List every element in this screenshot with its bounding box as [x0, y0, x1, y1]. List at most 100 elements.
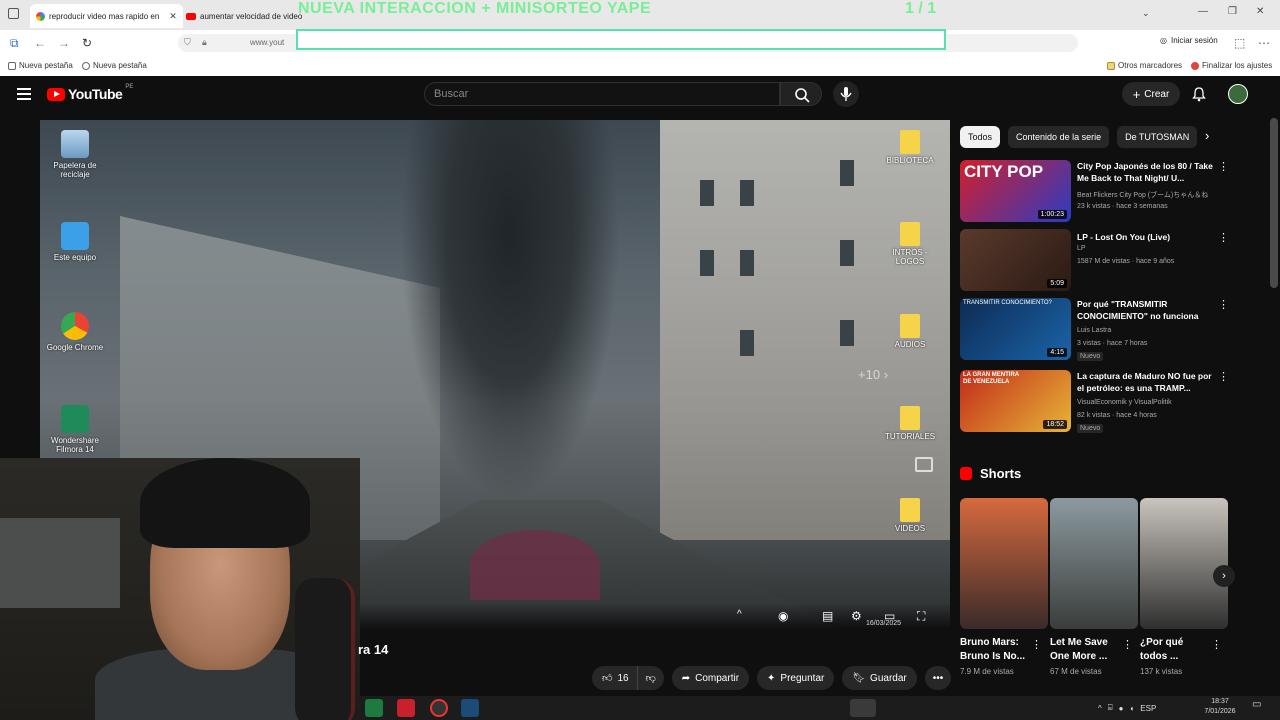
channel-name[interactable]: VisualEconomik y VisualPolitik — [1077, 399, 1172, 406]
signin-button[interactable]: ◎ Iniciar sesión — [1160, 36, 1218, 45]
youtube-logo[interactable]: YouTube PE — [47, 84, 133, 102]
recommendation-item[interactable]: TRANSMITIR CONOCIMIENTO? 4:15 Por qué "T… — [960, 298, 1229, 362]
recorder-app-icon[interactable] — [397, 699, 415, 717]
shield-icon[interactable]: ⛉ — [184, 37, 191, 48]
more-vertical-icon[interactable]: ⋮ — [1218, 298, 1229, 311]
thumbs-down-icon: 👎︎ — [645, 673, 656, 684]
folder-biblioteca[interactable]: BIBLIOTECA — [880, 130, 940, 165]
more-vertical-icon[interactable]: ⋮ — [1211, 638, 1222, 651]
chevron-up-icon[interactable]: ^ — [1098, 704, 1102, 713]
tab-google-search[interactable]: reproducir video mas rapido en ✕ — [30, 4, 183, 28]
bookmarks-bar: Nueva pestaña Nueva pestaña Otros marcad… — [0, 56, 1280, 76]
notifications-icon[interactable]: ▭ — [1252, 699, 1261, 710]
desktop-recycle-bin[interactable]: Papelera de reciclaje — [40, 130, 110, 179]
tab-actions-icon[interactable] — [8, 8, 19, 19]
short-thumbnail[interactable] — [1140, 498, 1228, 629]
excel-icon[interactable] — [365, 699, 383, 717]
more-vertical-icon[interactable]: ⋮ — [1218, 370, 1229, 383]
back-icon[interactable]: ← — [34, 36, 46, 50]
more-vertical-icon[interactable]: ⋮ — [1218, 160, 1229, 173]
like-button[interactable]: 👍︎ 16 — [592, 666, 638, 690]
tab-label: reproducir video mas rapido en — [49, 11, 160, 21]
desktop-icon-label: Wondershare Filmora 14 — [51, 436, 99, 454]
shorts-next-button[interactable]: › — [1213, 565, 1235, 587]
microphone-icon[interactable]: ● — [1119, 704, 1124, 713]
forward-icon[interactable]: → — [58, 36, 70, 50]
more-vertical-icon[interactable]: ⋮ — [1218, 231, 1229, 244]
finish-setup[interactable]: Finalizar los ajustes — [1191, 61, 1272, 70]
chip-all[interactable]: Todos — [960, 126, 1001, 148]
folder-videos[interactable]: VIDEOS — [880, 498, 940, 533]
notifications-bell-icon[interactable] — [1191, 86, 1207, 107]
short-title[interactable]: Bruno Mars: Bruno Is No... — [960, 636, 1032, 664]
desktop-filmora[interactable]: Wondershare Filmora 14 — [40, 405, 110, 454]
menu-icon[interactable] — [17, 88, 31, 100]
share-button[interactable]: ➦ Compartir — [671, 666, 750, 690]
desktop-this-pc[interactable]: Este equipo — [40, 222, 110, 262]
ask-button[interactable]: ✦ Preguntar — [757, 666, 835, 690]
active-app-icon[interactable] — [850, 699, 876, 717]
fullscreen-icon[interactable]: ⛶ — [917, 609, 925, 624]
chip-series[interactable]: Contenido de la serie — [1008, 126, 1110, 148]
tab-search-icon[interactable]: ⌄ — [1142, 8, 1150, 19]
folder-tutoriales[interactable]: TUTORIALES — [880, 406, 940, 441]
create-button[interactable]: + Crear — [1122, 82, 1180, 106]
account-avatar[interactable] — [1228, 84, 1248, 104]
search-placeholder: Buscar — [434, 88, 469, 100]
short-title[interactable]: Let Me Save One More ... — [1050, 636, 1122, 664]
taskbar-clock[interactable]: 18:37 7/01/2026 — [1200, 697, 1240, 717]
minimize-icon[interactable]: — — [1198, 6, 1208, 17]
lock-icon[interactable]: 🔒︎ — [202, 37, 207, 48]
ask-label: Preguntar — [780, 672, 825, 684]
desktop-icon-label: Google Chrome — [46, 343, 104, 352]
search-input[interactable]: Buscar — [424, 82, 780, 106]
bookmark-new-tab-2[interactable]: Nueva pestaña — [82, 61, 147, 70]
more-actions-button[interactable]: ••• — [924, 666, 952, 690]
channel-name[interactable]: Beat Flickers City Pop (ブーム)ちゃん＆ね — [1077, 190, 1208, 200]
desktop-icon-label: Este equipo — [53, 253, 97, 262]
search-button[interactable] — [780, 82, 822, 106]
folder-audios[interactable]: AUDIOS — [880, 314, 940, 349]
scene-tornado — [400, 120, 620, 500]
short-thumbnail[interactable] — [960, 498, 1048, 629]
obs-icon[interactable] — [430, 699, 448, 717]
more-vertical-icon[interactable]: ⋮ — [1031, 638, 1042, 651]
short-views: 7.9 M de vistas — [960, 667, 1014, 676]
more-icon[interactable]: ⋯ — [1258, 36, 1270, 50]
reload-icon[interactable]: ↻ — [82, 36, 92, 50]
scrollbar-thumb[interactable] — [1270, 118, 1278, 288]
filmora-taskbar-icon[interactable] — [461, 699, 479, 717]
window-close-icon[interactable]: ✕ — [1256, 6, 1264, 17]
miniplayer-icon[interactable] — [915, 457, 933, 472]
settings-gear-icon[interactable]: ⚙ — [851, 609, 862, 623]
chevron-right-icon[interactable]: › — [1205, 128, 1209, 143]
other-bookmarks[interactable]: Otros marcadores — [1107, 61, 1182, 70]
recommendation-item[interactable]: 5:09 LP - Lost On You (Live) LP 1587 M d… — [960, 229, 1229, 293]
channel-name[interactable]: LP — [1077, 245, 1086, 252]
extensions-icon[interactable]: ⬚ — [1234, 36, 1245, 50]
dislike-button[interactable]: 👎︎ — [637, 666, 664, 690]
channel-name[interactable]: Luis Lastra — [1077, 327, 1111, 334]
folder-intros[interactable]: INTROS - LOGOS — [880, 222, 940, 266]
recommendation-item[interactable]: LA GRAN MENTIRA DE VENEZUELA 18:52 La ca… — [960, 370, 1229, 434]
autoplay-toggle-icon[interactable]: ◉ — [778, 609, 788, 623]
save-button[interactable]: 🔖︎ Guardar — [842, 666, 917, 690]
close-icon[interactable]: ✕ — [169, 11, 177, 22]
more-vertical-icon[interactable]: ⋮ — [1122, 638, 1133, 651]
restore-icon[interactable]: ❐ — [1228, 6, 1237, 17]
network-icon[interactable]: ⌸ — [1108, 703, 1113, 713]
language-indicator[interactable]: ESP — [1140, 704, 1156, 713]
tab-youtube-speed[interactable]: aumentar velocidad de video — [180, 4, 308, 28]
webcam-overlay — [0, 458, 360, 720]
bookmark-new-tab-1[interactable]: Nueva pestaña — [8, 61, 73, 70]
desktop-chrome[interactable]: Google Chrome — [40, 312, 110, 352]
chevron-up-icon[interactable]: ^ — [737, 609, 742, 620]
voice-search-button[interactable] — [833, 81, 859, 107]
short-title[interactable]: ¿Por qué todos ... — [1140, 636, 1212, 664]
volume-icon[interactable]: ◖ — [1129, 704, 1134, 713]
chip-channel[interactable]: De TUTOSMAN — [1117, 126, 1198, 148]
sidebar-icon[interactable]: ⧉ — [10, 36, 19, 51]
recommendation-item[interactable]: CITY POP 1:00:23 City Pop Japonés de los… — [960, 160, 1229, 224]
short-thumbnail[interactable] — [1050, 498, 1138, 629]
subtitles-icon[interactable]: ▤ — [822, 609, 833, 623]
